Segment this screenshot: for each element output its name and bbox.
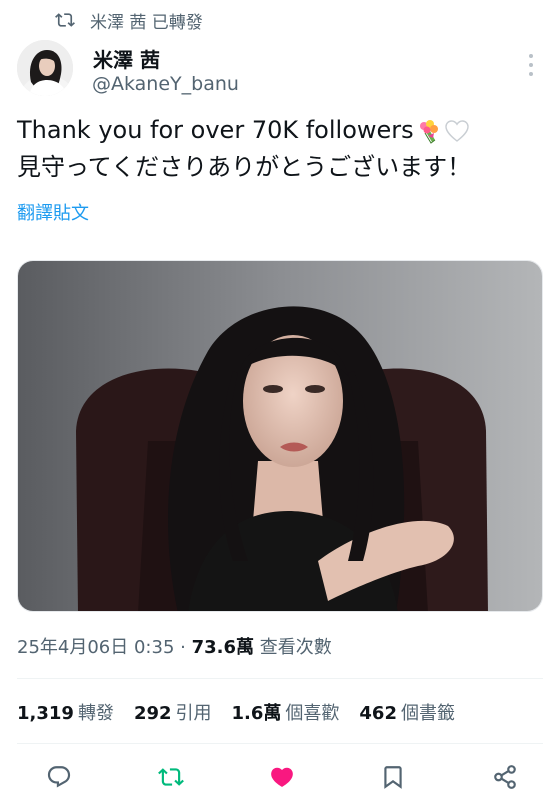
- more-options-icon[interactable]: [524, 50, 538, 80]
- tweet-timestamp[interactable]: 25年4月06日 0:35 ·: [17, 637, 192, 658]
- retweet-banner-text: 米澤 茜 已轉發: [90, 12, 203, 33]
- bookmark-icon[interactable]: [378, 762, 408, 792]
- author-name[interactable]: 米澤 茜: [93, 44, 160, 73]
- divider: [17, 743, 543, 744]
- white-heart-emoji: [444, 119, 469, 142]
- tweet-photo[interactable]: [17, 260, 543, 612]
- tweet-line-2: 見守ってくださりありがとうございます！: [17, 153, 472, 181]
- retweet-icon: [55, 13, 75, 27]
- quotes-stat[interactable]: 292 引用: [134, 699, 212, 725]
- like-icon[interactable]: [267, 762, 297, 792]
- author-handle[interactable]: @AkaneY_banu: [92, 73, 239, 95]
- translate-post-link[interactable]: 翻譯貼文: [17, 199, 89, 225]
- avatar-image: [17, 40, 73, 96]
- retweet-icon[interactable]: [156, 762, 186, 792]
- tweet-meta: 25年4月06日 0:35 · 73.6萬 查看次數: [17, 633, 332, 659]
- tweet-text: Thank you for over 70K followers 見守ってくださ…: [17, 112, 537, 186]
- bookmarks-stat[interactable]: 462 個書籤: [359, 699, 455, 725]
- tweet-line-1: Thank you for over 70K followers: [17, 116, 414, 144]
- avatar[interactable]: [17, 40, 73, 96]
- reply-icon[interactable]: [44, 762, 74, 792]
- bouquet-emoji: [419, 119, 438, 144]
- retweets-stat[interactable]: 1,319 轉發: [17, 699, 114, 725]
- engagement-stats: 1,319 轉發 292 引用 1.6萬 個喜歡 462 個書籤: [17, 699, 455, 725]
- portrait-photo: [18, 261, 542, 611]
- likes-stat[interactable]: 1.6萬 個喜歡: [232, 699, 340, 725]
- view-count: 73.6萬: [191, 637, 254, 658]
- share-icon[interactable]: [490, 762, 520, 792]
- view-count-label[interactable]: 查看次數: [254, 637, 332, 658]
- divider: [17, 678, 543, 679]
- retweet-banner[interactable]: 米澤 茜 已轉發: [55, 8, 203, 33]
- action-bar: [0, 756, 560, 796]
